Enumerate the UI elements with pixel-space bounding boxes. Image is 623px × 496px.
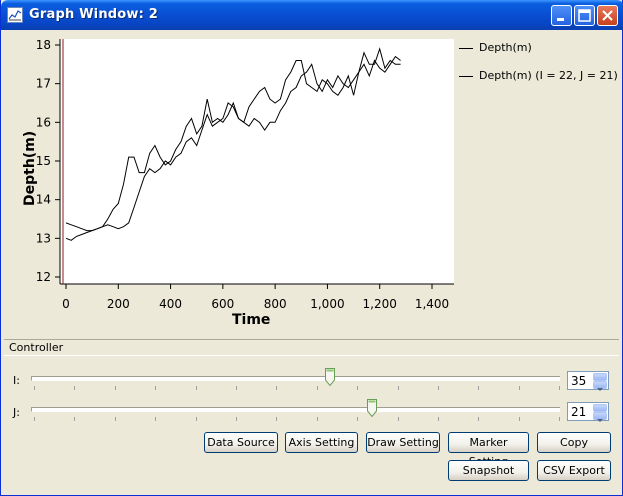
spin-up-icon[interactable] xyxy=(593,404,607,415)
slider-tick xyxy=(357,417,359,421)
legend-label-1: Depth(m) xyxy=(479,41,532,54)
graph-window: Graph Window: 2 12 13 14 15 16 17 18 0 200 400 600… xyxy=(0,0,623,496)
y-tick-label: 17 xyxy=(36,77,51,91)
slider-j-track[interactable] xyxy=(31,407,560,412)
slider-tick xyxy=(114,386,116,390)
slider-i-thumb[interactable] xyxy=(325,368,335,386)
slider-tick xyxy=(195,386,197,390)
marker-setting-button[interactable]: Marker Setting xyxy=(448,432,529,468)
legend-label-2: Depth(m) (I = 22, J = 21) xyxy=(479,69,618,82)
slider-j-spinbox[interactable]: 21 xyxy=(567,402,609,422)
x-tick-label: 800 xyxy=(264,297,287,311)
csv-export-button[interactable]: CSV Export xyxy=(537,460,611,481)
slider-tick xyxy=(276,386,278,390)
y-tick-label: 12 xyxy=(36,270,51,284)
series-line-1 xyxy=(65,47,401,232)
slider-tick xyxy=(559,417,560,421)
y-tick-label: 15 xyxy=(36,154,51,168)
y-tick-label: 13 xyxy=(36,231,51,245)
data-source-button[interactable]: Data Source xyxy=(204,432,278,453)
slider-tick xyxy=(195,417,197,421)
slider-j-label: J: xyxy=(13,406,20,419)
y-tick-label: 14 xyxy=(36,193,51,207)
x-tick-label: 1,400 xyxy=(415,297,449,311)
slider-i-track[interactable] xyxy=(31,376,560,381)
slider-tick xyxy=(74,386,76,390)
spin-down-icon[interactable] xyxy=(593,381,607,391)
slider-tick xyxy=(518,417,520,421)
spin-up-icon[interactable] xyxy=(593,373,607,384)
slider-tick xyxy=(155,417,157,421)
slider-tick xyxy=(235,386,237,390)
controller-header: Controller xyxy=(4,339,619,356)
slider-tick xyxy=(235,417,237,421)
slider-tick xyxy=(74,417,76,421)
x-tick-label: 1,200 xyxy=(363,297,397,311)
x-axis-label: Time xyxy=(232,312,271,328)
slider-j-thumb[interactable] xyxy=(367,399,377,417)
x-tick-label: 400 xyxy=(159,297,182,311)
slider-tick xyxy=(437,386,439,390)
slider-tick xyxy=(34,417,35,421)
slider-tick xyxy=(155,386,157,390)
slider-j-value[interactable]: 21 xyxy=(571,405,586,419)
slider-tick xyxy=(397,386,399,390)
y-tick-label: 18 xyxy=(36,38,51,52)
slider-tick xyxy=(357,386,359,390)
slider-tick xyxy=(114,417,116,421)
slider-i-label: I: xyxy=(13,374,20,387)
slider-i-value[interactable]: 35 xyxy=(571,374,586,388)
axis-setting-button[interactable]: Axis Setting xyxy=(285,432,358,453)
slider-tick xyxy=(559,386,560,390)
y-axis-label: Depth(m) xyxy=(22,130,38,206)
slider-tick xyxy=(478,386,480,390)
slider-tick xyxy=(518,386,520,390)
copy-button[interactable]: Copy xyxy=(537,432,611,453)
slider-tick xyxy=(397,417,399,421)
draw-setting-button[interactable]: Draw Setting xyxy=(366,432,440,453)
x-tick-label: 200 xyxy=(107,297,130,311)
y-tick-label: 16 xyxy=(36,115,51,129)
series-line-2 xyxy=(65,55,401,241)
legend-item-2: Depth(m) (I = 22, J = 21) xyxy=(459,69,618,82)
controller-title: Controller xyxy=(9,341,64,354)
x-tick-label: 1,000 xyxy=(310,297,344,311)
legend-item-1: Depth(m) xyxy=(459,41,532,54)
slider-tick xyxy=(276,417,278,421)
slider-i-spinbox[interactable]: 35 xyxy=(567,371,609,391)
slider-tick xyxy=(316,417,318,421)
slider-tick xyxy=(316,386,318,390)
slider-tick xyxy=(478,417,480,421)
spin-down-icon[interactable] xyxy=(593,412,607,422)
slider-tick xyxy=(34,386,35,390)
x-tick-label: 0 xyxy=(62,297,70,311)
snapshot-button[interactable]: Snapshot xyxy=(448,460,529,481)
x-tick-label: 600 xyxy=(211,297,234,311)
slider-tick xyxy=(437,417,439,421)
